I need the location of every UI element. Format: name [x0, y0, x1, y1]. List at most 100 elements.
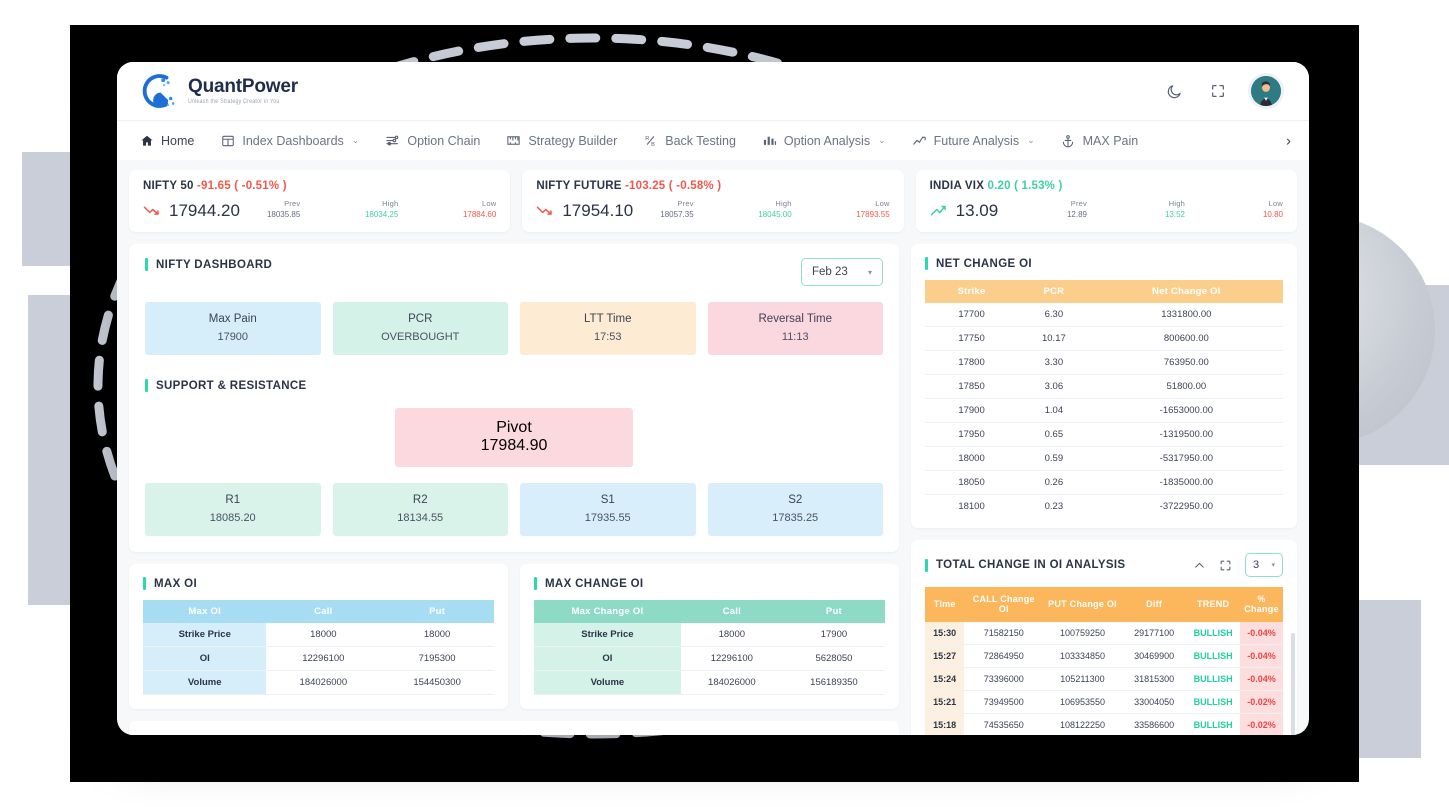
- nav-next-button[interactable]: ›: [1286, 132, 1291, 149]
- tile-label: LTT Time: [584, 313, 632, 325]
- max-oi-title: MAX OI: [143, 577, 494, 590]
- sliders-icon: [385, 133, 400, 148]
- main-area: NIFTY DASHBOARD Feb 23 ▾ Max Pain 17900: [129, 244, 1297, 735]
- row-label: OI: [143, 646, 267, 671]
- cell-time: 15:27: [925, 644, 965, 668]
- cell-net: -1319500.00: [1089, 422, 1283, 447]
- cell-trend: BULLISH: [1186, 667, 1240, 691]
- nav-item-option-analysis[interactable]: Option Analysis ⌄: [762, 133, 886, 148]
- nav-item-index-dashboards[interactable]: Index Dashboards ⌄: [220, 133, 359, 148]
- chevron-up-icon[interactable]: [1193, 559, 1206, 572]
- cell-strike: 18050: [925, 470, 1019, 495]
- total-change-oi-card: TOTAL CHANGE IN OI ANALYSIS 3 ▾ Time CAL…: [911, 540, 1297, 735]
- line-chart-icon: [912, 133, 927, 148]
- column-header: Put: [380, 600, 494, 623]
- tile-value: 17935.55: [584, 512, 631, 524]
- expiry-select-value: Feb 23: [812, 266, 848, 278]
- tile-label: PCR: [408, 313, 433, 325]
- brand-logo[interactable]: QuantPower Unleash the Strategy Creator …: [139, 71, 298, 111]
- ticker-price: 17954.10: [562, 201, 634, 220]
- cell-net: 800600.00: [1089, 326, 1283, 351]
- title-text: NIFTY DASHBOARD: [156, 258, 273, 271]
- cell-diff: 33586600: [1121, 713, 1187, 735]
- row-label: Volume: [534, 670, 681, 695]
- nav-item-back-testing[interactable]: R B Back Testing: [643, 133, 735, 149]
- row-label: Strike Price: [534, 623, 681, 647]
- avatar[interactable]: [1251, 76, 1281, 106]
- title-text: NET CHANGE OI: [936, 257, 1032, 270]
- title-text: TOTAL CHANGE IN OI ANALYSIS: [936, 559, 1126, 571]
- nav-label: Index Dashboards: [242, 133, 344, 148]
- cell-call: 184026000: [266, 670, 381, 695]
- expiry-select[interactable]: Feb 23 ▾: [801, 258, 883, 286]
- cell-pcr: 1.04: [1018, 398, 1090, 423]
- ticker-price-wrap: 17954.10: [536, 201, 633, 221]
- table-row: OI 12296100 5628050: [534, 646, 885, 671]
- nav-item-max-pain[interactable]: MAX Pain: [1061, 133, 1139, 148]
- interval-select[interactable]: 3 ▾: [1245, 553, 1283, 577]
- svg-text:B: B: [651, 142, 655, 148]
- nifty-dashboard-title: NIFTY DASHBOARD: [145, 258, 272, 271]
- cell-call: 18000: [266, 623, 381, 647]
- nav-label: Strategy Builder: [528, 133, 618, 148]
- ticker-header: NIFTY FUTURE -103.25 ( -0.58% ): [536, 180, 889, 192]
- stat-value: 10.80: [1262, 210, 1283, 219]
- cell-put: 18000: [380, 623, 494, 647]
- fullscreen-icon[interactable]: [1219, 559, 1232, 572]
- ticker-stat-prev: Prev 12.89: [1033, 199, 1087, 219]
- bar-chart-icon: [762, 133, 777, 148]
- title-accent-bar: [145, 379, 148, 392]
- nav-item-home[interactable]: Home: [139, 133, 194, 148]
- cell-net: -5317950.00: [1089, 446, 1283, 471]
- nav-item-future-analysis[interactable]: Future Analysis ⌄: [912, 133, 1035, 148]
- cell-time: 15:18: [925, 713, 965, 735]
- stat-label: Prev: [284, 199, 301, 208]
- stat-label: Low: [1268, 199, 1283, 208]
- tile-label: Max Pain: [208, 313, 257, 325]
- page-stage: QuantPower Unleash the Strategy Creator …: [0, 0, 1449, 807]
- total-change-oi-table: Time CALL Change OI PUT Change OI Diff T…: [925, 587, 1283, 735]
- table-row: Volume 184026000 156189350: [534, 670, 885, 695]
- ticker-name: NIFTY 50: [143, 180, 194, 192]
- table-header-row: Max OI Call Put: [143, 600, 494, 623]
- table-row: 15:18 74535650 108122250 33586600 BULLIS…: [925, 713, 1283, 735]
- support-resistance-levels: R1 18085.20 R2 18134.55 S1 17935.55 S2 1…: [145, 483, 883, 536]
- table-row: Volume 184026000 154450300: [143, 670, 494, 695]
- cell-strike: 17800: [925, 350, 1019, 375]
- home-icon: [139, 133, 154, 148]
- cell-pct-change: -0.04%: [1240, 667, 1283, 691]
- ticker-stat-prev: Prev 18035.85: [246, 199, 300, 219]
- ticker-name: NIFTY FUTURE: [536, 180, 622, 192]
- nifty-dashboard-card: NIFTY DASHBOARD Feb 23 ▾ Max Pain 17900: [129, 244, 899, 552]
- nav-item-strategy-builder[interactable]: Strategy Builder: [506, 133, 617, 148]
- trend-up-icon: [930, 205, 946, 216]
- cell-diff: 33004050: [1121, 690, 1187, 714]
- stat-value: 18045.00: [758, 210, 792, 219]
- cell-trend: BULLISH: [1186, 690, 1240, 714]
- chevron-down-icon: ▾: [1271, 562, 1275, 569]
- ticker-price-wrap: 17944.20: [143, 201, 240, 221]
- cell-strike: 17900: [925, 398, 1019, 423]
- moon-icon[interactable]: [1163, 80, 1185, 102]
- chevron-down-icon: ▾: [867, 267, 872, 277]
- table-scrollbar[interactable]: [1291, 633, 1295, 735]
- table-row: 17700 6.30 1331800.00: [925, 303, 1283, 327]
- table-row: 17950 0.65 -1319500.00: [925, 422, 1283, 447]
- nav-label: MAX Pain: [1082, 133, 1139, 148]
- table-header-row: Strike PCR Net Change OI: [925, 280, 1283, 303]
- row-label: Volume: [143, 670, 267, 695]
- fullscreen-icon[interactable]: [1207, 80, 1229, 102]
- cell-diff: 31815300: [1121, 667, 1187, 691]
- cell-diff: 30469900: [1121, 644, 1187, 668]
- max-oi-card: MAX OI Max OI Call Put Strike Price 1800…: [129, 564, 508, 709]
- stat-value: 18057.35: [660, 210, 694, 219]
- ticker-change-pct: ( 1.53% ): [1014, 180, 1063, 192]
- ticker-stat-high: High 18045.00: [738, 199, 792, 219]
- ticker-row: NIFTY 50 -91.65 ( -0.51% ) 17944.20 Prev: [129, 170, 1297, 232]
- cell-call-change: 72864950: [964, 644, 1044, 668]
- cell-net: 763950.00: [1089, 350, 1283, 375]
- nav-item-option-chain[interactable]: Option Chain: [385, 133, 480, 148]
- cell-call: 12296100: [680, 646, 783, 671]
- stat-label: Low: [875, 199, 890, 208]
- tile-label: Reversal Time: [758, 313, 833, 325]
